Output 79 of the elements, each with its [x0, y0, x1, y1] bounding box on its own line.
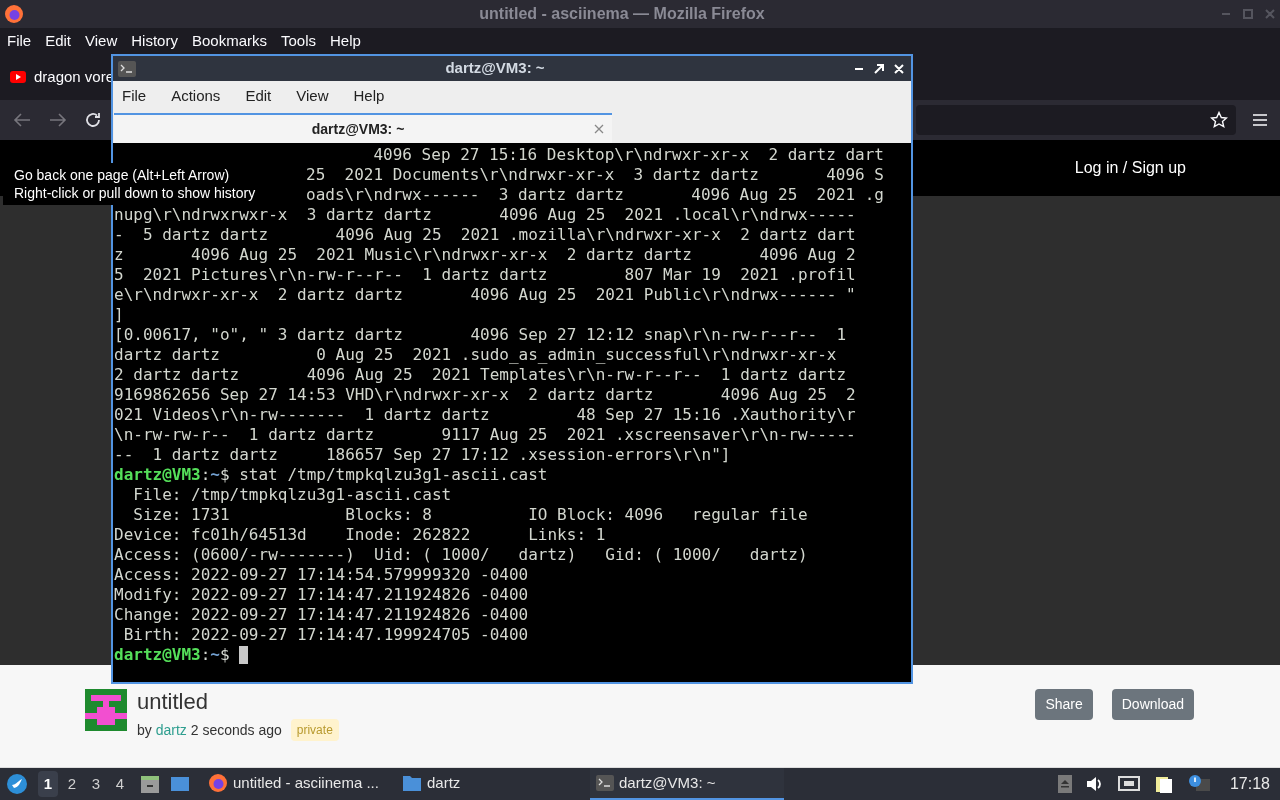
terminal-line: dartz@VM3:~$ [114, 645, 884, 665]
menu-item[interactable]: View [296, 84, 329, 108]
tooltip-text: Right-click or pull down to show history [14, 184, 256, 202]
video-icon [10, 71, 26, 83]
terminal-line: dartz dartz 0 Aug 25 2021 .sudo_as_admin_successful\r\ndrwxr-xr-x [114, 345, 838, 365]
menu-icon[interactable] [1252, 113, 1268, 127]
terminal-line: nupg\r\ndrwxrwxr-x 3 dartz dartz 4096 Aug 25 2021 .local\r\ndrwx----- [114, 205, 857, 225]
terminal-line: Access: (0600/-rw-------) Uid: ( 1000/ dartz) Gid: ( 1000/ dartz) [114, 545, 809, 565]
menu-item[interactable]: File [122, 84, 147, 108]
window-controls-icon[interactable] [854, 62, 906, 75]
reload-icon[interactable] [84, 111, 102, 129]
recording-title: untitled [137, 689, 209, 715]
menu-item[interactable]: History [131, 29, 178, 53]
terminal-icon [118, 60, 136, 77]
terminal-line: 5 2021 Pictures\r\n-rw-r--r-- 1 dartz dartz 807 Mar 19 2021 .profil [114, 265, 857, 285]
taskbar-task[interactable]: untitled - asciinema ... [202, 768, 396, 800]
terminal-line: [0.00617, "o", " 3 dartz dartz 4096 Sep 27 12:12 snap\r\n-rw-r--r-- 1 [114, 325, 848, 345]
terminal-icon [596, 775, 614, 791]
terminal-line: Birth: 2022-09-27 17:14:47.199924705 -0400 [122, 625, 530, 645]
workspace-button[interactable]: 1 [38, 771, 58, 797]
menu-item[interactable]: Help [330, 29, 361, 53]
workspace-button[interactable]: 3 [86, 771, 106, 797]
terminal-line: Device: fc01h/64513d Inode: 262822 Links: 1 [114, 525, 607, 545]
workspace-button[interactable]: 2 [62, 771, 82, 797]
window-title: dartz@VM3: ~ [444, 58, 546, 79]
firefox-icon [4, 4, 24, 24]
terminal-line: 021 Videos\r\n-rw------- 1 dartz dartz 48 Sep 27 15:16 .Xauthority\r [114, 405, 857, 425]
terminal-line: z 4096 Aug 25 2021 Music\r\ndrwxr-xr-x 2 dartz dartz 4096 Aug 2 [114, 245, 857, 265]
terminal-line: - 5 dartz dartz 4096 Aug 25 2021 .mozilla\r\ndrwxr-xr-x 2 dartz dart [114, 225, 857, 245]
terminal-line: oads\r\ndrwx------ 3 dartz dartz 4096 Aug 25 2021 .g [306, 185, 884, 205]
window-title: untitled - asciinema — Mozilla Firefox [479, 4, 765, 24]
notification-icon[interactable] [1187, 775, 1212, 793]
terminal-line: e\r\ndrwxr-xr-x 2 dartz dartz 4096 Aug 25 2021 Public\r\ndrwx------ " [114, 285, 857, 305]
clipboard-icon[interactable] [1153, 774, 1174, 794]
speaker-icon[interactable] [1085, 776, 1104, 792]
terminal-line: 25 2021 Documents\r\ndrwxr-xr-x 3 dartz dartz 4096 S [306, 165, 884, 185]
terminal-line: Access: 2022-09-27 17:14:54.579999320 -0400 [114, 565, 530, 585]
desktop-icon[interactable] [170, 775, 190, 793]
terminal-line: dartz@VM3:~$ stat /tmp/tmpkqlzu3g1-ascii.cast [114, 465, 549, 485]
terminal-line: \n-rw-rw-r-- 1 dartz dartz 9117 Aug 25 2021 .xscreensaver\r\n-rw----- [114, 425, 857, 445]
tooltip-text: Go back one page (Alt+Left Arrow) [14, 166, 231, 184]
author-byline: by dartz 2 seconds ago [137, 720, 282, 740]
workspace-button[interactable]: 4 [110, 771, 130, 797]
close-icon[interactable] [594, 124, 604, 134]
menu-item[interactable]: File [7, 29, 32, 53]
terminal-line: 2 dartz dartz 4096 Aug 25 2021 Templates\r\n-rw-r--r-- 1 dartz dartz [114, 365, 848, 385]
terminal-line: File: /tmp/tmpkqlzu3g1-ascii.cast [132, 485, 453, 505]
avatar-icon [85, 689, 127, 731]
eject-icon[interactable] [1057, 775, 1072, 793]
terminal-line: ] [114, 305, 125, 325]
menu-item[interactable]: Actions [171, 84, 221, 108]
menu-item[interactable]: View [85, 29, 118, 53]
terminal-line: Modify: 2022-09-27 17:14:47.211924826 -0400 [114, 585, 530, 605]
terminal-line: -- 1 dartz dartz 186657 Sep 27 17:12 .xsession-errors\r\n"] [114, 445, 732, 465]
action-button[interactable]: Download [1111, 689, 1194, 720]
private-badge: private [290, 719, 339, 741]
start-menu-icon[interactable] [6, 773, 28, 795]
back-arrow-icon[interactable] [12, 112, 32, 128]
terminal-tab[interactable]: dartz@VM3: ~ [114, 113, 612, 143]
taskbar-task[interactable]: dartz@VM3: ~ [590, 768, 784, 800]
terminal-line: Change: 2022-09-27 17:14:47.211924826 -0400 [114, 605, 530, 625]
action-button[interactable]: Share [1035, 689, 1093, 720]
terminal-line: 9169862656 Sep 27 14:53 VHD\r\ndrwxr-xr-x 2 dartz dartz 4096 Aug 25 2 [114, 385, 857, 405]
login-link[interactable]: Log in / Sign up [1074, 156, 1186, 180]
terminal-line: 4096 Sep 27 15:16 Desktop\r\ndrwxr-xr-x 2 dartz dart [373, 145, 884, 165]
clock[interactable]: 17:18 [1229, 772, 1270, 796]
star-icon[interactable] [1210, 111, 1228, 129]
forward-arrow-icon[interactable] [48, 112, 68, 128]
menu-item[interactable]: Tools [281, 29, 316, 53]
folder-icon [402, 774, 422, 792]
network-icon[interactable] [1117, 775, 1140, 793]
taskbar-task[interactable]: dartz [396, 768, 590, 800]
terminal-line: Size: 1731 Blocks: 8 IO Block: 4096 regular file [132, 505, 809, 525]
menu-item[interactable]: Edit [245, 84, 272, 108]
menu-item[interactable]: Bookmarks [191, 29, 267, 53]
firefox-icon [208, 773, 228, 793]
menu-item[interactable]: Edit [45, 29, 72, 53]
file-cabinet-icon[interactable] [140, 774, 160, 794]
menu-item[interactable]: Help [353, 84, 385, 108]
